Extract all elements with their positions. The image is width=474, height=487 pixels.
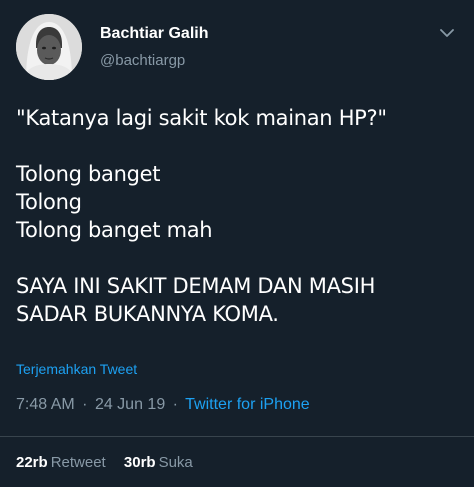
divider [0,436,474,437]
tweet-stats: 22rb Retweet 30rb Suka [16,454,207,471]
tweet-date[interactable]: 24 Jun 19 [95,396,165,413]
user-handle[interactable]: @bachtiargp [100,52,185,69]
meta-separator: · [82,396,88,413]
tweet-card: Bachtiar Galih @bachtiargp "Katanya lagi… [0,0,474,487]
user-photo-icon [16,14,82,80]
likes-label: Suka [158,454,193,471]
translate-tweet-link[interactable]: Terjemahkan Tweet [16,361,137,377]
chevron-down-icon[interactable] [438,24,456,42]
retweets-label: Retweet [50,454,106,471]
tweet-source-link[interactable]: Twitter for iPhone [185,396,310,413]
tweet-line: "Katanya lagi sakit kok mainan HP?" [16,106,387,130]
likes-count: 30rb [123,454,156,471]
tweet-meta: 7:48 AM · 24 Jun 19 · Twitter for iPhone [16,396,310,414]
tweet-line-break [16,132,456,160]
likes-stat[interactable]: 30rb Suka [124,454,193,471]
retweets-count: 22rb [16,454,48,471]
tweet-text: "Katanya lagi sakit kok mainan HP?" Tolo… [16,104,456,328]
tweet-line: SAYA INI SAKIT DEMAM DAN MASIH [16,274,376,298]
meta-separator: · [172,396,178,413]
tweet-time: 7:48 AM [16,396,75,413]
display-name[interactable]: Bachtiar Galih [100,25,208,43]
avatar[interactable] [16,14,82,80]
tweet-line: Tolong [16,190,82,214]
tweet-line-break [16,244,456,272]
tweet-line: SADAR BUKANNYA KOMA. [16,302,279,326]
tweet-line: Tolong banget [16,162,161,186]
tweet-line: Tolong banget mah [16,218,213,242]
retweets-stat[interactable]: 22rb Retweet [16,454,106,471]
